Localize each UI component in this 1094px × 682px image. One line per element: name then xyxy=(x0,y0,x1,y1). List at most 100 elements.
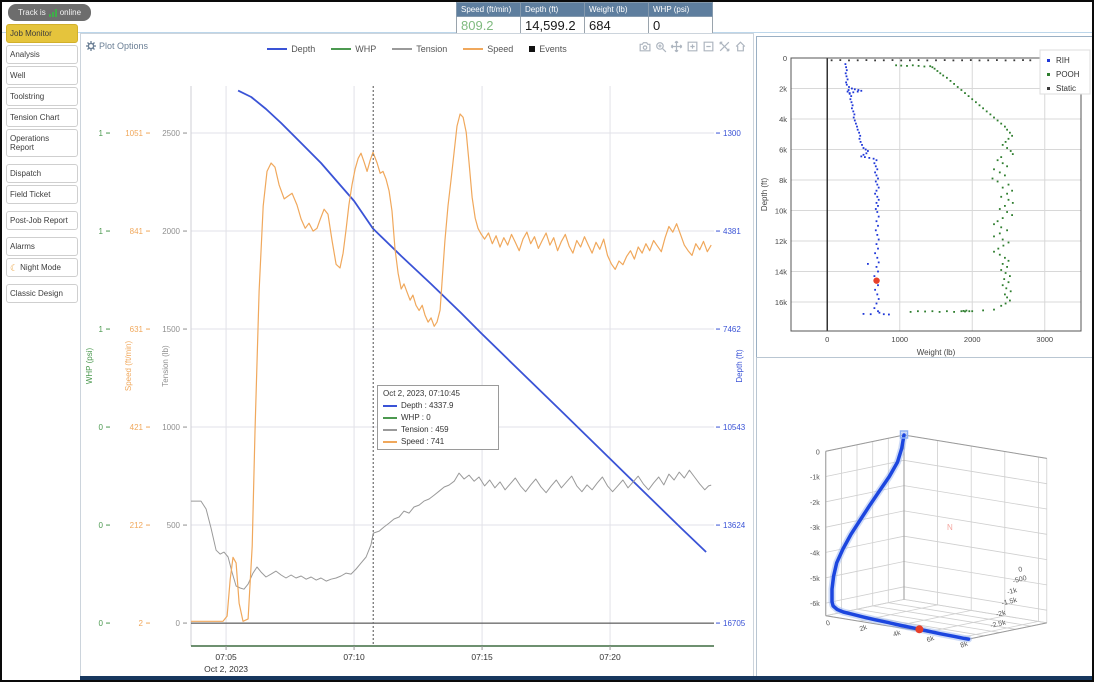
svg-text:07:20: 07:20 xyxy=(599,652,621,662)
sidebar-item-label: Classic Design xyxy=(10,289,63,298)
trajectory-panel: 0-1k-2k-3k-4k-5k-6k02k4k6k8k0-500-1k-1.5… xyxy=(756,357,1094,678)
svg-text:6k: 6k xyxy=(779,146,787,155)
reset-axes-icon[interactable] xyxy=(734,40,747,53)
svg-text:1: 1 xyxy=(99,129,104,138)
svg-text:-1k: -1k xyxy=(810,475,820,482)
scatter-grid xyxy=(791,58,1081,331)
svg-text:4381: 4381 xyxy=(723,227,741,236)
stats-header-3: WHP (psi) xyxy=(649,3,713,17)
scatter-series-rih xyxy=(845,63,890,315)
sidebar-item-tension-chart[interactable]: Tension Chart xyxy=(6,108,78,127)
svg-text:2000: 2000 xyxy=(162,227,180,236)
svg-text:07:05: 07:05 xyxy=(215,652,237,662)
svg-text:1: 1 xyxy=(99,325,104,334)
camera-icon[interactable] xyxy=(638,40,651,53)
legend-swatch xyxy=(392,48,412,50)
svg-text:0: 0 xyxy=(99,423,104,432)
live-stats-table: Speed (ft/min)Depth (ft)Weight (lb)WHP (… xyxy=(456,2,713,35)
svg-text:-1.5k: -1.5k xyxy=(1001,597,1018,608)
svg-text:WHP (psi): WHP (psi) xyxy=(85,348,94,385)
svg-text:841: 841 xyxy=(130,227,144,236)
legend-item-whp[interactable]: WHP xyxy=(331,44,376,54)
legend-item-tension[interactable]: Tension xyxy=(392,44,447,54)
svg-text:2k: 2k xyxy=(859,624,869,633)
sidebar-item-label: Dispatch xyxy=(10,169,41,178)
svg-text:-2k: -2k xyxy=(995,609,1007,618)
sidebar-item-field-ticket[interactable]: Field Ticket xyxy=(6,185,78,204)
sidebar-item-label: Night Mode xyxy=(20,263,61,272)
time-series-panel: Plot Options DepthWHPTensionSpeedEvents … xyxy=(80,33,754,678)
legend-label: Events xyxy=(539,44,567,54)
svg-text:Oct 2, 2023: Oct 2, 2023 xyxy=(204,664,248,674)
legend-item-speed[interactable]: Speed xyxy=(463,44,513,54)
sidebar-item-night-mode[interactable]: ☾Night Mode xyxy=(6,258,78,277)
stats-value-row: 809.214,599.26840 xyxy=(457,17,713,35)
series-tension xyxy=(191,470,711,589)
sidebar-item-classic-design[interactable]: Classic Design xyxy=(6,284,78,303)
svg-text:10543: 10543 xyxy=(723,423,746,432)
bottom-accent-bar xyxy=(80,676,1093,680)
sidebar-item-label: Analysis xyxy=(10,50,40,59)
sidebar-item-dispatch[interactable]: Dispatch xyxy=(6,164,78,183)
sidebar-item-post-job-report[interactable]: Post-Job Report xyxy=(6,211,78,230)
svg-text:16705: 16705 xyxy=(723,619,746,628)
legend-label: Depth xyxy=(291,44,315,54)
svg-text:-4k: -4k xyxy=(810,550,820,557)
svg-text:1000: 1000 xyxy=(162,423,180,432)
time-series-chart[interactable]: 1110001051841631421212225002000150010005… xyxy=(81,34,753,677)
autoscale-icon[interactable] xyxy=(718,40,731,53)
tooltip-row-speed: Speed : 741 xyxy=(383,437,493,446)
svg-text:Depth (ft): Depth (ft) xyxy=(735,349,744,383)
zoom-in-icon[interactable] xyxy=(686,40,699,53)
sidebar-item-label: Post-Job Report xyxy=(10,216,68,225)
svg-text:RIH: RIH xyxy=(1056,56,1070,65)
svg-text:1500: 1500 xyxy=(162,325,180,334)
signal-bars-icon xyxy=(49,9,57,17)
svg-text:Weight (lb): Weight (lb) xyxy=(917,348,956,357)
svg-text:212: 212 xyxy=(130,521,144,530)
sidebar-item-label: Field Ticket xyxy=(10,190,50,199)
stats-value-2: 684 xyxy=(585,17,649,35)
track-status-button[interactable]: Track is online xyxy=(8,4,91,21)
sidebar-item-toolstring[interactable]: Toolstring xyxy=(6,87,78,106)
stats-value-3: 0 xyxy=(649,17,713,35)
current-position-marker xyxy=(873,277,879,283)
moon-icon: ☾ xyxy=(10,265,18,271)
sidebar-item-alarms[interactable]: Alarms xyxy=(6,237,78,256)
sidebar-item-analysis[interactable]: Analysis xyxy=(6,45,78,64)
north-label: N xyxy=(947,523,953,532)
scatter-legend[interactable]: RIHPOOHStatic xyxy=(1040,50,1090,94)
stats-header-1: Depth (ft) xyxy=(521,3,585,17)
svg-text:1: 1 xyxy=(99,227,104,236)
pan-icon[interactable] xyxy=(670,40,683,53)
svg-text:2000: 2000 xyxy=(964,335,981,344)
track-status-prefix: Track is xyxy=(18,8,46,17)
svg-text:500: 500 xyxy=(167,521,181,530)
well-trajectory-3d[interactable]: 0-1k-2k-3k-4k-5k-6k02k4k6k8k0-500-1k-1.5… xyxy=(757,358,1094,677)
svg-text:Static: Static xyxy=(1056,84,1076,93)
zoom-out-icon[interactable] xyxy=(702,40,715,53)
svg-text:-3k: -3k xyxy=(810,525,820,532)
sidebar-item-job-monitor[interactable]: Job Monitor xyxy=(6,24,78,43)
svg-text:0: 0 xyxy=(99,521,104,530)
weight-depth-scatter[interactable]: 010002000300002k4k6k8k10k12k14k16kWeight… xyxy=(757,37,1094,357)
svg-text:Speed (ft/min): Speed (ft/min) xyxy=(124,341,133,392)
legend-item-events[interactable]: Events xyxy=(529,44,567,54)
svg-text:3000: 3000 xyxy=(1036,335,1053,344)
plot-options-label: Plot Options xyxy=(99,41,148,51)
svg-text:10k: 10k xyxy=(775,207,787,216)
legend-swatch xyxy=(463,48,483,50)
zoom-icon[interactable] xyxy=(654,40,667,53)
stats-value-0: 809.2 xyxy=(457,17,521,35)
svg-text:7462: 7462 xyxy=(723,325,741,334)
sidebar-item-well[interactable]: Well xyxy=(6,66,78,85)
svg-text:0: 0 xyxy=(816,449,820,456)
svg-text:13624: 13624 xyxy=(723,521,746,530)
legend-item-depth[interactable]: Depth xyxy=(267,44,315,54)
svg-text:8k: 8k xyxy=(779,176,787,185)
svg-text:16k: 16k xyxy=(775,298,787,307)
sidebar-item-operations-report[interactable]: Operations Report xyxy=(6,129,78,157)
plot-options-button[interactable]: Plot Options xyxy=(86,41,148,51)
legend-swatch xyxy=(267,48,287,50)
svg-text:2k: 2k xyxy=(779,85,787,94)
